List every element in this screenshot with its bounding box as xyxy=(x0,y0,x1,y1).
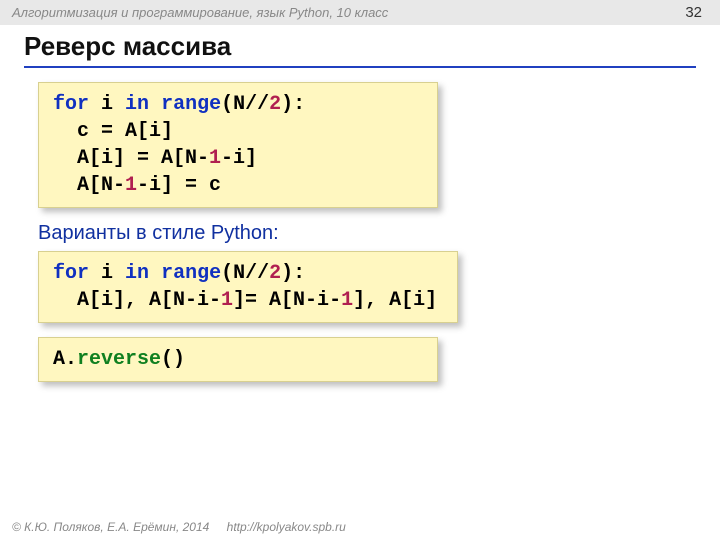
method-reverse: reverse xyxy=(77,348,161,371)
code-text: i xyxy=(101,93,125,116)
code-block-1: for i in range(N//2): c = A[i] A[i] = A[… xyxy=(38,82,438,208)
code-block-2: for i in range(N//2): A[i], A[N-i-1]= A[… xyxy=(38,251,458,323)
code-text: () xyxy=(161,348,185,371)
num: 2 xyxy=(269,93,281,116)
footer-link: http://kpolyakov.spb.ru xyxy=(227,520,346,534)
code-text: ): xyxy=(281,93,305,116)
num: 2 xyxy=(269,262,281,285)
code-text: A[i] = A[N- xyxy=(53,147,209,170)
code-text: (N// xyxy=(221,93,269,116)
page-number: 32 xyxy=(685,4,708,21)
section-subtitle: Варианты в стиле Python: xyxy=(38,222,696,245)
kw-for: for xyxy=(53,93,89,116)
code-text: A. xyxy=(53,348,77,371)
code-text: A[N- xyxy=(53,174,125,197)
copyright: © К.Ю. Поляков, Е.А. Ерёмин, 2014 xyxy=(12,520,209,534)
num: 1 xyxy=(209,147,221,170)
fn-range: range xyxy=(161,93,221,116)
code-text: ], A[i] xyxy=(353,289,437,312)
code-text: c = A[i] xyxy=(53,120,173,143)
code-text: ): xyxy=(281,262,305,285)
code-text: (N// xyxy=(221,262,269,285)
code-text: -i] xyxy=(221,147,257,170)
num: 1 xyxy=(221,289,233,312)
fn-range: range xyxy=(161,262,221,285)
code-text: -i] = c xyxy=(137,174,221,197)
code-text: ]= A[N-i- xyxy=(233,289,341,312)
kw-in: in xyxy=(125,262,149,285)
num: 1 xyxy=(341,289,353,312)
footer: © К.Ю. Поляков, Е.А. Ерёмин, 2014 http:/… xyxy=(12,520,346,534)
code-text: A[i], A[N-i- xyxy=(53,289,221,312)
code-text: i xyxy=(101,262,125,285)
kw-in: in xyxy=(125,93,149,116)
slide-content: Реверс массива for i in range(N//2): c =… xyxy=(0,25,720,382)
kw-for: for xyxy=(53,262,89,285)
header-bar: Алгоритмизация и программирование, язык … xyxy=(0,0,720,25)
code-block-3: A.reverse() xyxy=(38,337,438,382)
page-title: Реверс массива xyxy=(24,31,696,68)
course-label: Алгоритмизация и программирование, язык … xyxy=(12,5,388,20)
num: 1 xyxy=(125,174,137,197)
